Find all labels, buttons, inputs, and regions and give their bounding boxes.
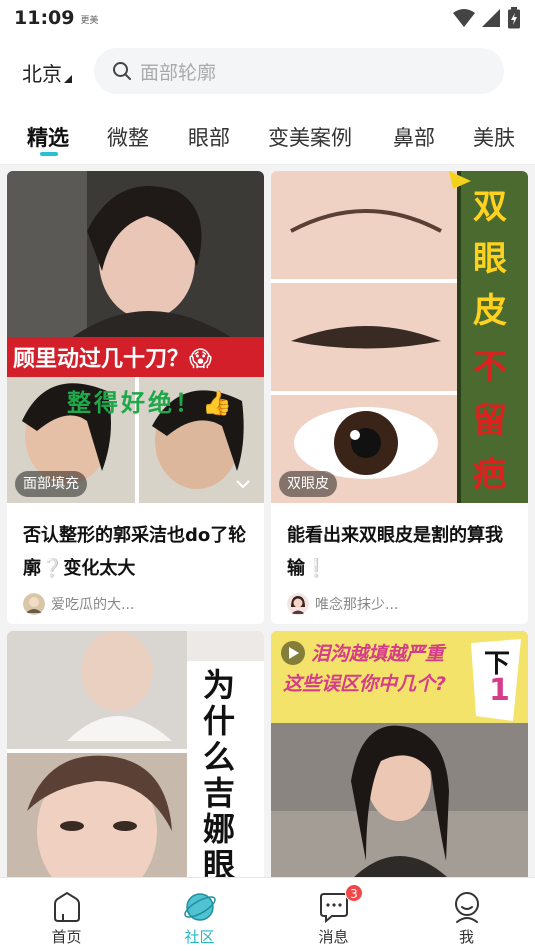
card-image: 泪沟越填越严重 这些误区你中几个? 下 1	[271, 631, 528, 877]
image-text-char: 疤	[473, 455, 507, 495]
profile-icon	[454, 892, 479, 923]
image-headline: 泪沟越填越严重	[311, 643, 445, 665]
card-title: 能看出来双眼皮是割的算我输❕	[287, 525, 503, 579]
image-text-char: 眼	[473, 239, 507, 279]
image-text-char: 什	[203, 702, 236, 740]
header: 北京 面部轮廓	[0, 44, 535, 100]
image-text-char: 皮	[473, 291, 507, 331]
notification-badge: 3	[345, 884, 363, 902]
image-text-char: 娜	[203, 810, 236, 848]
battery-icon	[508, 7, 520, 29]
feed: 顾里动过几十刀？😱 整得好绝！👍 面部填充 否认整形的郭采洁也do了轮廓❔变化太…	[0, 165, 535, 877]
search-placeholder: 面部轮廓	[140, 61, 217, 84]
card-author[interactable]: 爱吃瓜的大...	[23, 593, 134, 615]
nav-label: 首页	[51, 928, 82, 946]
status-carrier: 更美	[80, 15, 99, 26]
image-text-char: 1	[489, 673, 510, 708]
image-subheadline: 这些误区你中几个?	[283, 673, 447, 695]
status-icons	[453, 7, 521, 29]
tab-skin[interactable]: 美肤	[473, 122, 515, 152]
home-icon	[53, 891, 80, 922]
image-text-char: 吉	[203, 774, 236, 812]
card-image-art	[7, 171, 264, 503]
category-tabs: 精选 微整 眼部 变美案例 鼻部 美肤	[0, 112, 535, 164]
card-title: 否认整形的郭采洁也do了轮廓❔变化太大	[23, 525, 247, 579]
author-name: 唯念那抹少...	[315, 597, 399, 613]
wifi-icon	[453, 9, 475, 27]
tab-eye[interactable]: 眼部	[188, 122, 230, 152]
status-bar: 11:09 更美	[0, 0, 535, 36]
search-icon	[113, 62, 131, 80]
feed-card[interactable]: 双 眼 皮 不 留 疤 双眼皮 能看出来双眼皮是割的算我输❕ 唯念那抹少...	[271, 171, 528, 624]
search-input[interactable]: 面部轮廓	[94, 48, 504, 94]
nav-label: 我	[458, 928, 474, 946]
signal-icon	[482, 9, 500, 27]
author-name: 爱吃瓜的大...	[51, 597, 135, 613]
card-author[interactable]: 唯念那抹少...	[287, 593, 398, 615]
card-image: 为 什 么 吉 娜 眼 神	[7, 631, 264, 877]
avatar	[287, 593, 309, 615]
tab-indicator	[40, 152, 58, 156]
tab-nose[interactable]: 鼻部	[393, 122, 435, 152]
city-selector[interactable]: 北京	[22, 58, 72, 87]
image-text-char: 为	[203, 666, 236, 704]
image-subheadline: 整得好绝！👍	[67, 389, 235, 417]
image-headline: 顾里动过几十刀？😱	[13, 347, 212, 372]
nav-label: 社区	[184, 928, 215, 946]
chevron-down-icon[interactable]	[235, 478, 251, 490]
avatar	[23, 593, 45, 615]
image-text-char: 么	[203, 738, 236, 776]
image-text-char: 眼	[203, 846, 236, 877]
tab-featured[interactable]: 精选	[27, 122, 69, 152]
bottom-nav: 首页 社区 3 消息 我	[0, 877, 535, 951]
tab-cases[interactable]: 变美案例	[268, 122, 352, 152]
card-image: 顾里动过几十刀？😱 整得好绝！👍 面部填充	[7, 171, 264, 503]
nav-home[interactable]: 首页	[0, 878, 133, 951]
feed-card[interactable]: 泪沟越填越严重 这些误区你中几个? 下 1	[271, 631, 528, 877]
tab-micro[interactable]: 微整	[107, 122, 149, 152]
feed-card[interactable]: 为 什 么 吉 娜 眼 神	[7, 631, 264, 877]
card-image: 双 眼 皮 不 留 疤 双眼皮	[271, 171, 528, 503]
city-label: 北京	[22, 62, 62, 86]
status-time: 11:09	[14, 7, 75, 29]
image-text-char: 留	[473, 401, 507, 441]
nav-community[interactable]: 社区	[133, 878, 266, 951]
card-tag: 双眼皮	[279, 471, 337, 497]
card-tag: 面部填充	[15, 471, 87, 497]
nav-label: 消息	[318, 928, 349, 946]
feed-card[interactable]: 顾里动过几十刀？😱 整得好绝！👍 面部填充 否认整形的郭采洁也do了轮廓❔变化太…	[7, 171, 264, 624]
triangle-down-icon	[64, 75, 72, 83]
nav-profile[interactable]: 我	[400, 878, 533, 951]
nav-messages[interactable]: 3 消息	[267, 878, 400, 951]
image-text-char: 不	[473, 347, 507, 387]
image-text-char: 双	[473, 187, 507, 227]
planet-icon	[183, 893, 216, 921]
